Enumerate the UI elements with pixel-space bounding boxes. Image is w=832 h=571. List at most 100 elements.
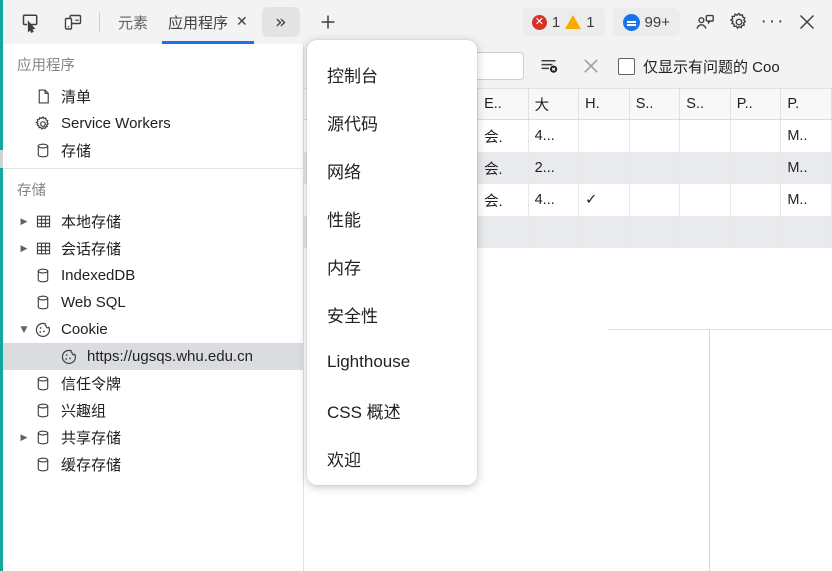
sidebar-item-label: 缓存存储 [61,457,122,474]
warning-icon [565,15,582,29]
gear-icon[interactable] [722,6,756,38]
database-icon [31,402,55,419]
sidebar-item-session-storage[interactable]: ▶ 会话存储 [3,235,303,262]
cookie-icon [31,321,55,339]
clear-all-cookies-icon[interactable] [574,51,608,81]
device-toggle-icon[interactable] [55,5,91,39]
sidebar-item-label: 清单 [61,89,92,106]
sidebar-item-label: 存储 [61,143,92,160]
clear-filter-icon[interactable] [532,51,566,81]
twisty-placeholder: ▶ [17,92,31,102]
messages-counter[interactable]: 99+ [612,8,680,36]
manifest-file-icon [31,88,55,105]
sidebar-item-label: 本地存储 [61,214,122,231]
cell-value [578,119,630,152]
table-header-cell-7[interactable]: P.. [730,89,782,120]
sidebar-section-title-storage: 存储 [3,169,303,208]
sidebar-item-service-workers[interactable]: ▶ Service Workers [3,110,303,137]
twisty-placeholder: ▶ [17,379,31,389]
tab-close-icon[interactable]: ✕ [236,15,248,29]
warning-count: 1 [586,13,595,31]
cell-value [730,119,782,152]
menu-item-css-overview[interactable]: CSS 概述 [307,386,477,434]
tab-elements[interactable]: 元素 [108,1,158,44]
menu-item-sources[interactable]: 源代码 [307,98,477,146]
twisty-collapsed-icon[interactable]: ▶ [17,217,31,227]
twisty-collapsed-icon[interactable]: ▶ [17,433,31,443]
cell-value [679,184,731,216]
sidebar-item-label: https://ugsqs.whu.edu.cn [87,348,253,365]
menu-item-network[interactable]: 网络 [307,146,477,194]
toolbar-divider [99,12,100,32]
only-problematic-cookies-checkbox[interactable]: 仅显示有问题的 Coo [618,56,780,77]
twisty-placeholder: ▶ [17,460,31,470]
message-count: 99+ [644,13,670,31]
checkbox-box[interactable] [618,57,635,75]
table-header-cell-4[interactable]: H. [578,89,630,120]
tab-application[interactable]: 应用程序 ✕ [158,1,258,44]
devtools-window: 元素 应用程序 ✕ » ✕ 1 1 99+ ··· 应用程序 清单 Servic… [0,0,832,571]
table-header-cell-6[interactable]: S.. [679,89,731,120]
sidebar-item-manifest[interactable]: ▶ 清单 [3,83,303,110]
table-header-cell-5[interactable]: S.. [629,89,681,120]
menu-item-lighthouse[interactable]: Lighthouse [307,338,477,386]
sidebar-item-label: Web SQL [61,294,126,311]
tab-application-label: 应用程序 [168,14,229,32]
cell-value [730,184,782,216]
cell-value [730,152,782,184]
error-icon: ✕ [531,14,547,30]
database-icon [31,456,55,473]
sidebar-item-storage[interactable]: ▶ 存储 [3,137,303,164]
menu-item-console[interactable]: 控制台 [307,50,477,98]
toolbar-right-group: ✕ 1 1 99+ ··· [521,6,832,38]
sidebar-item-local-storage[interactable]: ▶ 本地存储 [3,208,303,235]
cell-value: 4... [528,184,580,216]
cell-value [629,152,681,184]
cell-value: M.. [780,152,832,184]
issues-counter[interactable]: ✕ 1 1 [521,8,605,36]
menu-item-security[interactable]: 安全性 [307,290,477,338]
cell-empty [528,216,580,248]
twisty-placeholder: ▶ [17,271,31,281]
sidebar-item-label: 兴趣组 [61,403,107,420]
sidebar-item-interest-groups[interactable]: ▶ 兴趣组 [3,397,303,424]
more-tabs-button[interactable]: » [261,7,300,37]
cell-empty [780,216,832,248]
cell-value [629,119,681,152]
detail-area-top-border [608,329,832,330]
sidebar-item-web-sql[interactable]: ▶ Web SQL [3,289,303,316]
add-tab-button[interactable] [310,5,346,39]
gear-icon [31,115,55,133]
sidebar-item-label: 共享存储 [61,430,122,447]
close-devtools-button[interactable] [790,6,824,38]
table-header-cell-3[interactable]: 大 [528,89,580,120]
detail-column-divider[interactable] [709,329,710,571]
error-count: 1 [551,13,561,31]
table-header-cell-8[interactable]: P. [780,89,832,120]
menu-item-performance[interactable]: 性能 [307,194,477,242]
table-grid-icon [31,213,55,230]
twisty-placeholder: ▶ [17,119,31,129]
sidebar-item-shared-storage[interactable]: ▶ 共享存储 [3,424,303,451]
sidebar-item-cookie[interactable]: ▼ Cookie [3,316,303,343]
more-tools-menu: 控制台 源代码 网络 性能 内存 安全性 Lighthouse CSS 概述 欢… [307,40,477,485]
menu-item-welcome[interactable]: 欢迎 [307,434,477,482]
cell-value [629,184,681,216]
database-icon [31,429,55,446]
sidebar-item-cookie-domain[interactable]: https://ugsqs.whu.edu.cn [3,343,303,370]
database-icon [31,294,55,311]
sidebar-item-indexeddb[interactable]: ▶ IndexedDB [3,262,303,289]
table-header-cell-2[interactable]: E.. [477,89,529,120]
twisty-collapsed-icon[interactable]: ▶ [17,244,31,254]
cell-empty [629,216,681,248]
database-icon [31,267,55,284]
sidebar-item-trust-tokens[interactable]: ▶ 信任令牌 [3,370,303,397]
more-options-button[interactable]: ··· [756,6,790,38]
inspect-cursor-icon[interactable] [13,5,49,39]
sidebar-item-label: 信任令牌 [61,376,122,393]
cell-value: 会. [477,119,529,152]
menu-item-memory[interactable]: 内存 [307,242,477,290]
cast-feedback-icon[interactable] [688,6,722,38]
sidebar-item-cache-storage[interactable]: ▶ 缓存存储 [3,451,303,478]
twisty-expanded-icon[interactable]: ▼ [17,325,31,335]
